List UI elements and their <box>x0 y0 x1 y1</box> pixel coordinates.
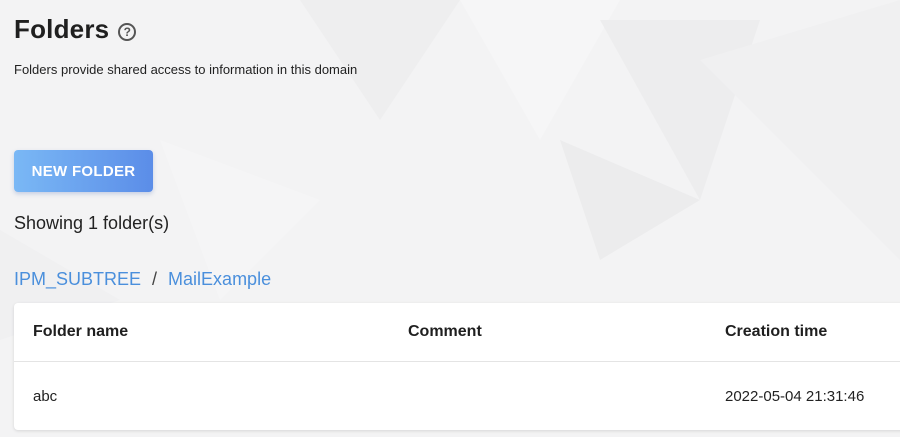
breadcrumb-item-ipm-subtree[interactable]: IPM_SUBTREE <box>14 269 141 290</box>
breadcrumb-separator: / <box>152 269 158 289</box>
question-circle-icon[interactable]: ? <box>118 22 137 41</box>
folders-table: Folder name Comment Creation time abc 20… <box>14 303 900 430</box>
page-title: Folders <box>14 14 110 44</box>
cell-creation-time: 2022-05-04 21:31:46 <box>725 388 865 405</box>
new-folder-button[interactable]: NEW FOLDER <box>14 150 153 192</box>
column-header-comment[interactable]: Comment <box>408 323 482 341</box>
column-header-folder-name[interactable]: Folder name <box>33 323 128 341</box>
table-header: Folder name Comment Creation time <box>14 303 900 362</box>
table-row[interactable]: abc 2022-05-04 21:31:46 <box>14 362 900 430</box>
column-header-creation-time[interactable]: Creation time <box>725 323 827 341</box>
breadcrumb-item-mailexample[interactable]: MailExample <box>168 269 271 290</box>
breadcrumb: IPM_SUBTREE / MailExample <box>14 269 271 290</box>
page-subtitle: Folders provide shared access to informa… <box>14 62 358 77</box>
title-row: Folders ? <box>14 14 137 45</box>
folder-count-text: Showing 1 folder(s) <box>14 213 170 233</box>
cell-folder-name: abc <box>33 388 58 405</box>
